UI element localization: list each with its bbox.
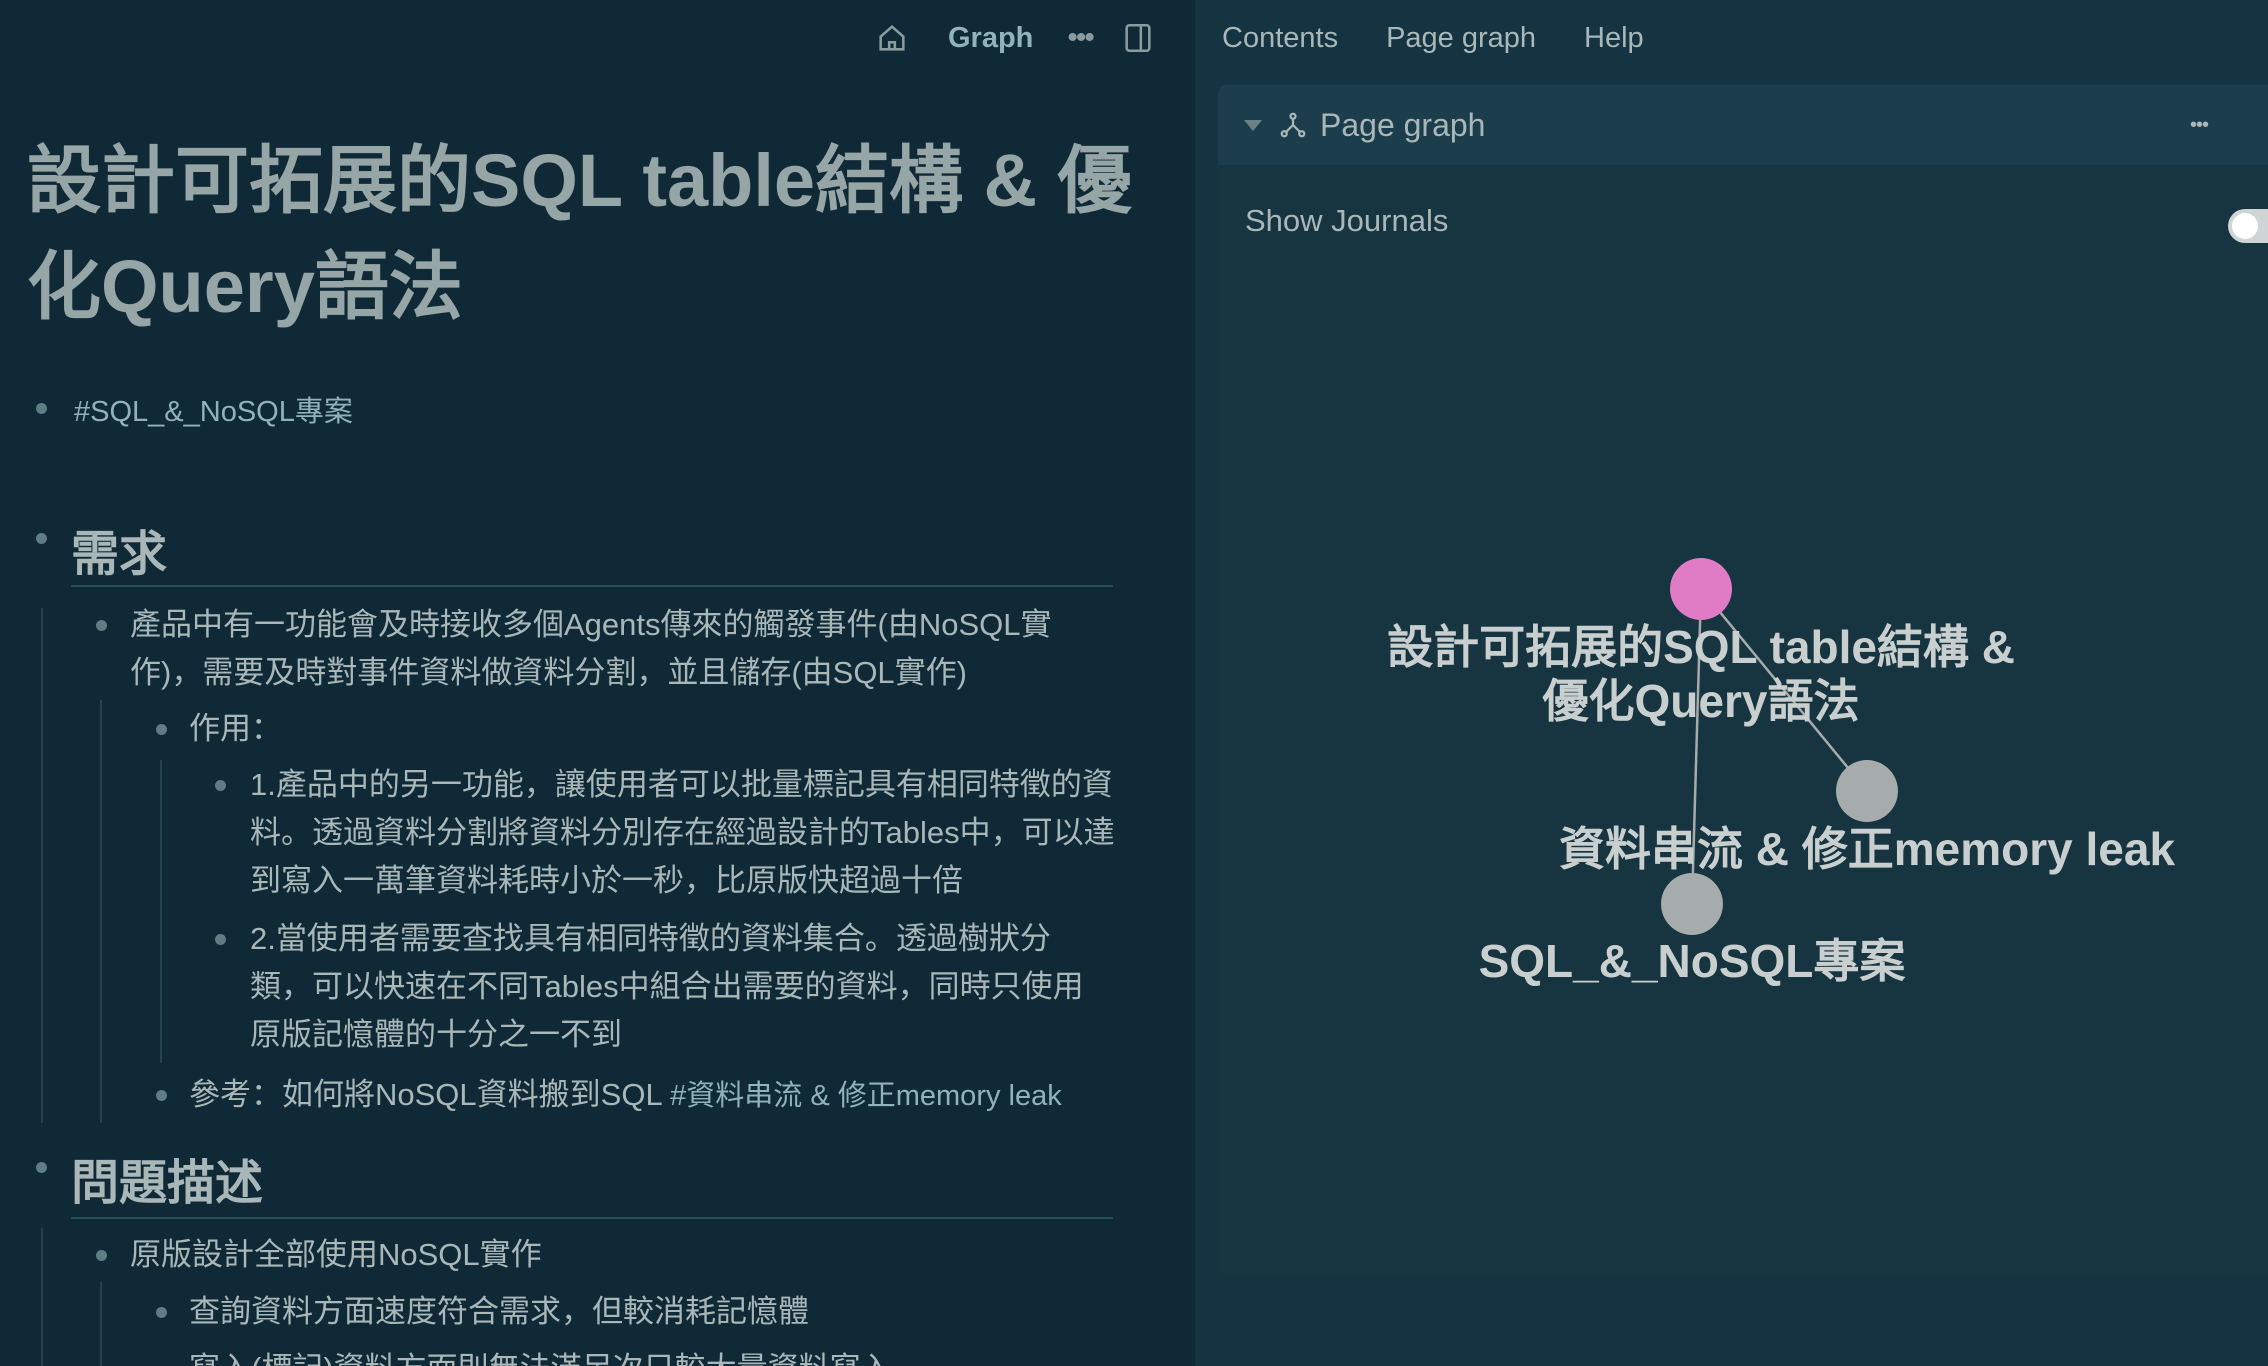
block-text[interactable]: 寫入(標記)資料方面則無法滿足次只較大量資料寫入	[189, 1345, 892, 1366]
bullet[interactable]	[156, 1307, 167, 1318]
block-text-plain: 參考：如何將NoSQL資料搬到SQL	[189, 1077, 671, 1112]
tab-page-graph[interactable]: Page graph	[1386, 22, 1536, 55]
sidebar-tabs: Contents Page graph Help	[1222, 14, 1692, 62]
bullet[interactable]	[215, 780, 226, 791]
tab-help[interactable]: Help	[1584, 22, 1644, 55]
block-text[interactable]: 1.產品中的另一功能，讓使用者可以批量標記具有相同特徵的資料。透過資料分割將資料…	[250, 761, 1120, 905]
graph-node[interactable]	[1661, 873, 1723, 935]
show-journals-label: Show Journals	[1245, 203, 1449, 238]
bullet[interactable]	[215, 934, 226, 945]
thread-line[interactable]	[100, 700, 102, 1123]
heading-divider	[71, 585, 1113, 587]
section-heading[interactable]: 需求	[71, 514, 167, 584]
block-text[interactable]: 查詢資料方面速度符合需求，但較消耗記憶體	[189, 1288, 809, 1336]
graph-node-label[interactable]: 優化Query語法	[1542, 675, 1860, 727]
page-tag-link[interactable]: #資料串流 & 修正memory leak	[670, 1080, 1062, 1112]
bullet[interactable]	[36, 533, 47, 544]
graph-button[interactable]: Graph	[948, 22, 1033, 55]
bullet[interactable]	[156, 1090, 167, 1101]
graph-node[interactable]	[1670, 558, 1732, 620]
right-sidebar: Contents Page graph Help Page graph ••• …	[1195, 0, 2268, 1366]
graph-node-label[interactable]: 資料串流 & 修正memory leak	[1559, 823, 2175, 875]
page-graph-panel: Page graph ••• Show Journals 設計可拓展的SQL t…	[1218, 85, 2268, 1275]
graph-node-label[interactable]: SQL_&_NoSQL專案	[1479, 935, 1907, 987]
main-content: Graph ••• 設計可拓展的SQL table結構 & 優化Query語法 …	[0, 0, 1195, 1366]
bullet[interactable]	[96, 1250, 107, 1261]
bullet[interactable]	[156, 724, 167, 735]
page-title[interactable]: 設計可拓展的SQL table結構 & 優化Query語法	[27, 128, 1147, 340]
panel-header[interactable]: Page graph •••	[1218, 85, 2268, 165]
main-toolbar: Graph •••	[870, 14, 1155, 62]
heading-divider	[71, 1217, 1113, 1219]
collapse-caret-icon[interactable]	[1244, 119, 1262, 131]
graph-node[interactable]	[1836, 760, 1898, 822]
section-heading[interactable]: 問題描述	[71, 1143, 263, 1213]
block-text[interactable]: 作用：	[189, 705, 282, 753]
show-journals-toggle[interactable]	[2228, 209, 2268, 243]
bullet[interactable]	[96, 620, 107, 631]
graph-branch-icon	[1278, 110, 1308, 140]
bullet[interactable]	[36, 403, 47, 414]
home-icon[interactable]	[870, 16, 914, 60]
thread-line[interactable]	[100, 1282, 102, 1366]
page-tag-link[interactable]: #SQL_&_NoSQL專案	[74, 388, 353, 436]
panel-title: Page graph	[1320, 106, 1486, 143]
panel-more-icon[interactable]: •••	[2190, 114, 2209, 137]
thread-line[interactable]	[41, 608, 43, 1123]
graph-node-label[interactable]: 設計可拓展的SQL table結構 &	[1387, 621, 2015, 673]
page-graph-canvas[interactable]: 設計可拓展的SQL table結構 &優化Query語法資料串流 & 修正mem…	[1218, 275, 2268, 1275]
block-text[interactable]: 2.當使用者需要查找具有相同特徵的資料集合。透過樹狀分類，可以快速在不同Tabl…	[250, 915, 1100, 1059]
toggle-right-sidebar-icon[interactable]	[1121, 21, 1155, 55]
more-horizontal-icon[interactable]: •••	[1067, 21, 1094, 55]
tab-contents[interactable]: Contents	[1222, 22, 1338, 55]
block-text[interactable]: 產品中有一功能會及時接收多個Agents傳來的觸發事件(由NoSQL實作)，需要…	[130, 601, 1120, 697]
bullet[interactable]	[36, 1162, 47, 1173]
block-text[interactable]: 參考：如何將NoSQL資料搬到SQL #資料串流 & 修正memory leak	[189, 1071, 1149, 1120]
thread-line[interactable]	[41, 1228, 43, 1366]
block-text[interactable]: 原版設計全部使用NoSQL實作	[130, 1231, 542, 1279]
thread-line[interactable]	[160, 760, 162, 1063]
